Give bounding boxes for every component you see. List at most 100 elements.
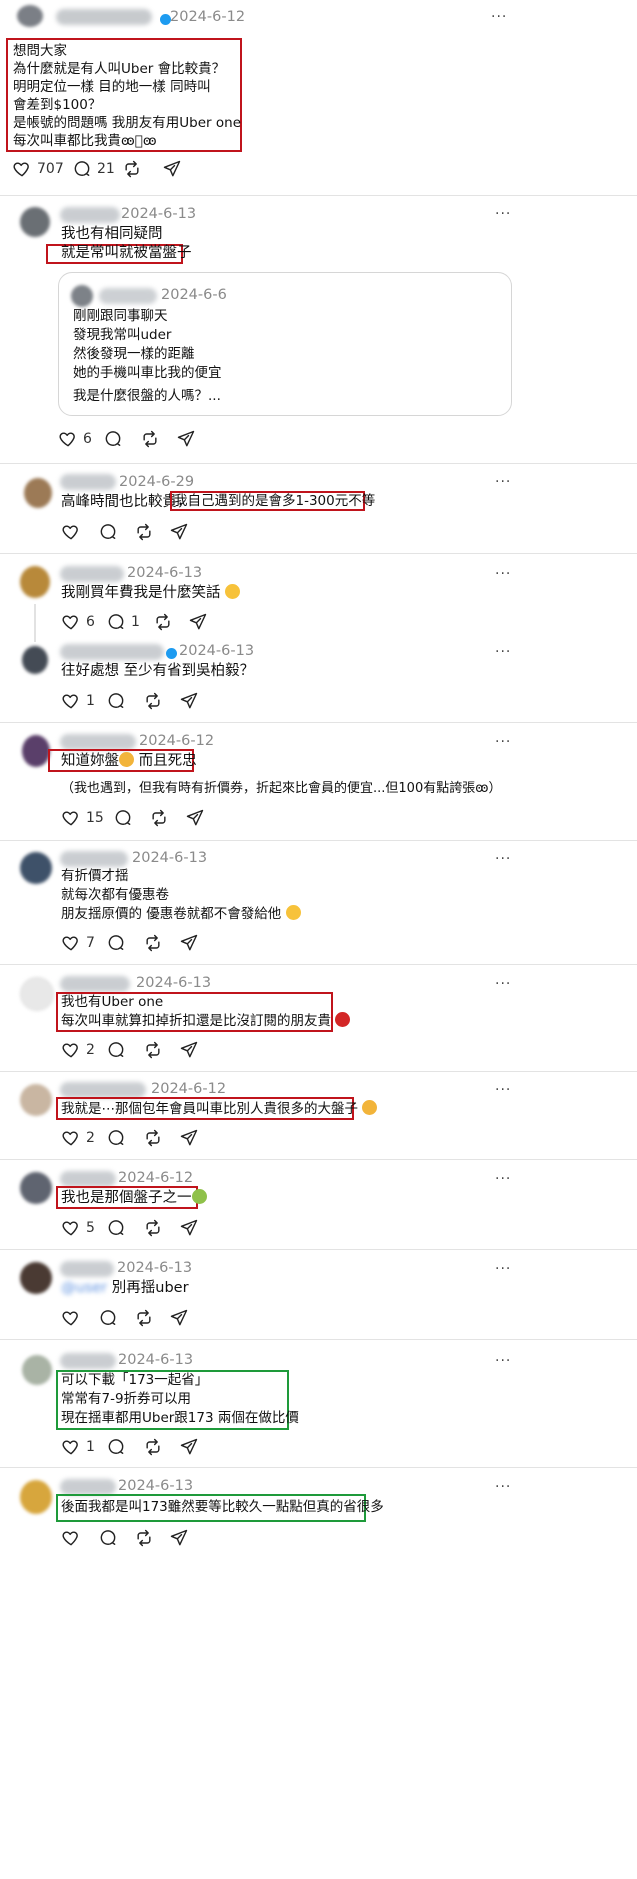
like-button[interactable]: 2 [61,1040,95,1060]
post-date[interactable]: 2024-6-13 [127,565,202,581]
comment-button[interactable] [98,1308,118,1328]
post-date[interactable]: 2024-6-13 [118,1478,193,1494]
share-button[interactable] [169,1528,189,1548]
like-button[interactable]: 5 [61,1218,95,1238]
comment-button[interactable] [106,1437,126,1457]
share-button[interactable] [188,612,208,632]
post-date[interactable]: 2024-6-12 [170,9,245,25]
username[interactable] [60,644,164,660]
share-button[interactable] [162,159,182,179]
like-button[interactable] [61,1308,81,1328]
repost-button[interactable] [143,1128,163,1148]
more-icon[interactable]: ··· [495,1480,511,1494]
repost-button[interactable] [153,612,173,632]
username[interactable] [60,1479,116,1495]
quoted-post[interactable]: 2024-6-6 剛剛跟同事聊天 發現我常叫uder 然後發現一樣的距離 她的手… [58,272,512,416]
username[interactable] [60,207,120,223]
like-button[interactable]: 15 [61,808,104,828]
share-button[interactable] [169,1308,189,1328]
comment-button[interactable] [98,522,118,542]
post-date[interactable]: 2024-6-29 [119,474,194,490]
avatar[interactable] [22,1355,52,1385]
repost-button[interactable] [143,933,163,953]
like-button[interactable]: 1 [61,1437,95,1457]
more-icon[interactable]: ··· [495,1083,511,1097]
avatar[interactable] [24,478,52,508]
username[interactable] [60,1353,116,1369]
repost-button[interactable] [143,1218,163,1238]
like-button[interactable] [61,1528,81,1548]
comment-button[interactable] [106,691,126,711]
share-button[interactable] [179,1128,199,1148]
mention-link[interactable]: @user [61,1280,107,1296]
username[interactable] [60,1082,146,1098]
repost-button[interactable] [134,1528,154,1548]
more-icon[interactable]: ··· [495,1262,511,1276]
avatar[interactable] [20,1172,52,1204]
comment-button[interactable] [106,1128,126,1148]
username[interactable] [60,851,128,867]
more-icon[interactable]: ··· [495,735,511,749]
like-button[interactable]: 6 [61,612,95,632]
more-icon[interactable]: ··· [495,207,511,221]
comment-button[interactable] [103,429,123,449]
repost-button[interactable] [134,1308,154,1328]
post-date[interactable]: 2024-6-12 [118,1170,193,1186]
like-button[interactable]: 1 [61,691,95,711]
avatar[interactable] [20,566,50,598]
share-button[interactable] [176,429,196,449]
share-button[interactable] [185,808,205,828]
repost-button[interactable] [143,1040,163,1060]
username[interactable] [60,1171,116,1187]
repost-button[interactable] [149,808,169,828]
avatar[interactable] [20,1262,52,1294]
repost-button[interactable] [143,1437,163,1457]
more-icon[interactable]: ··· [491,10,507,24]
more-icon[interactable]: ··· [495,1172,511,1186]
post-date[interactable]: 2024-6-13 [117,1260,192,1276]
avatar[interactable] [22,646,48,674]
repost-button[interactable] [140,429,160,449]
avatar[interactable] [20,977,54,1011]
repost-button[interactable] [122,159,142,179]
more-icon[interactable]: ··· [495,567,511,581]
avatar[interactable] [20,852,52,884]
comment-button[interactable] [113,808,133,828]
like-button[interactable]: 6 [58,429,92,449]
share-button[interactable] [179,1218,199,1238]
more-icon[interactable]: ··· [495,475,511,489]
avatar[interactable] [20,1480,52,1514]
repost-button[interactable] [143,691,163,711]
post-date[interactable]: 2024-6-13 [179,643,254,659]
comment-button[interactable] [98,1528,118,1548]
comment-button[interactable] [106,1040,126,1060]
avatar[interactable] [22,735,50,767]
share-button[interactable] [179,1040,199,1060]
comment-button[interactable]: 21 [72,159,115,179]
like-button[interactable]: 707 [12,159,64,179]
avatar[interactable] [20,207,50,237]
comment-button[interactable] [106,1218,126,1238]
more-icon[interactable]: ··· [495,645,511,659]
like-button[interactable]: 2 [61,1128,95,1148]
more-icon[interactable]: ··· [495,1354,511,1368]
post-date[interactable]: 2024-6-13 [136,975,211,991]
more-icon[interactable]: ··· [495,977,511,991]
avatar[interactable] [17,5,43,27]
post-date[interactable]: 2024-6-13 [121,206,196,222]
share-button[interactable] [179,933,199,953]
like-button[interactable]: 7 [61,933,95,953]
username[interactable] [60,1261,114,1277]
post-date[interactable]: 2024-6-12 [151,1081,226,1097]
username[interactable] [56,9,152,25]
share-button[interactable] [179,1437,199,1457]
comment-button[interactable]: 1 [106,612,140,632]
username[interactable] [60,734,136,750]
share-button[interactable] [169,522,189,542]
username[interactable] [60,566,124,582]
like-button[interactable] [61,522,81,542]
username[interactable] [60,976,130,992]
username[interactable] [60,474,116,490]
comment-button[interactable] [106,933,126,953]
post-date[interactable]: 2024-6-12 [139,733,214,749]
